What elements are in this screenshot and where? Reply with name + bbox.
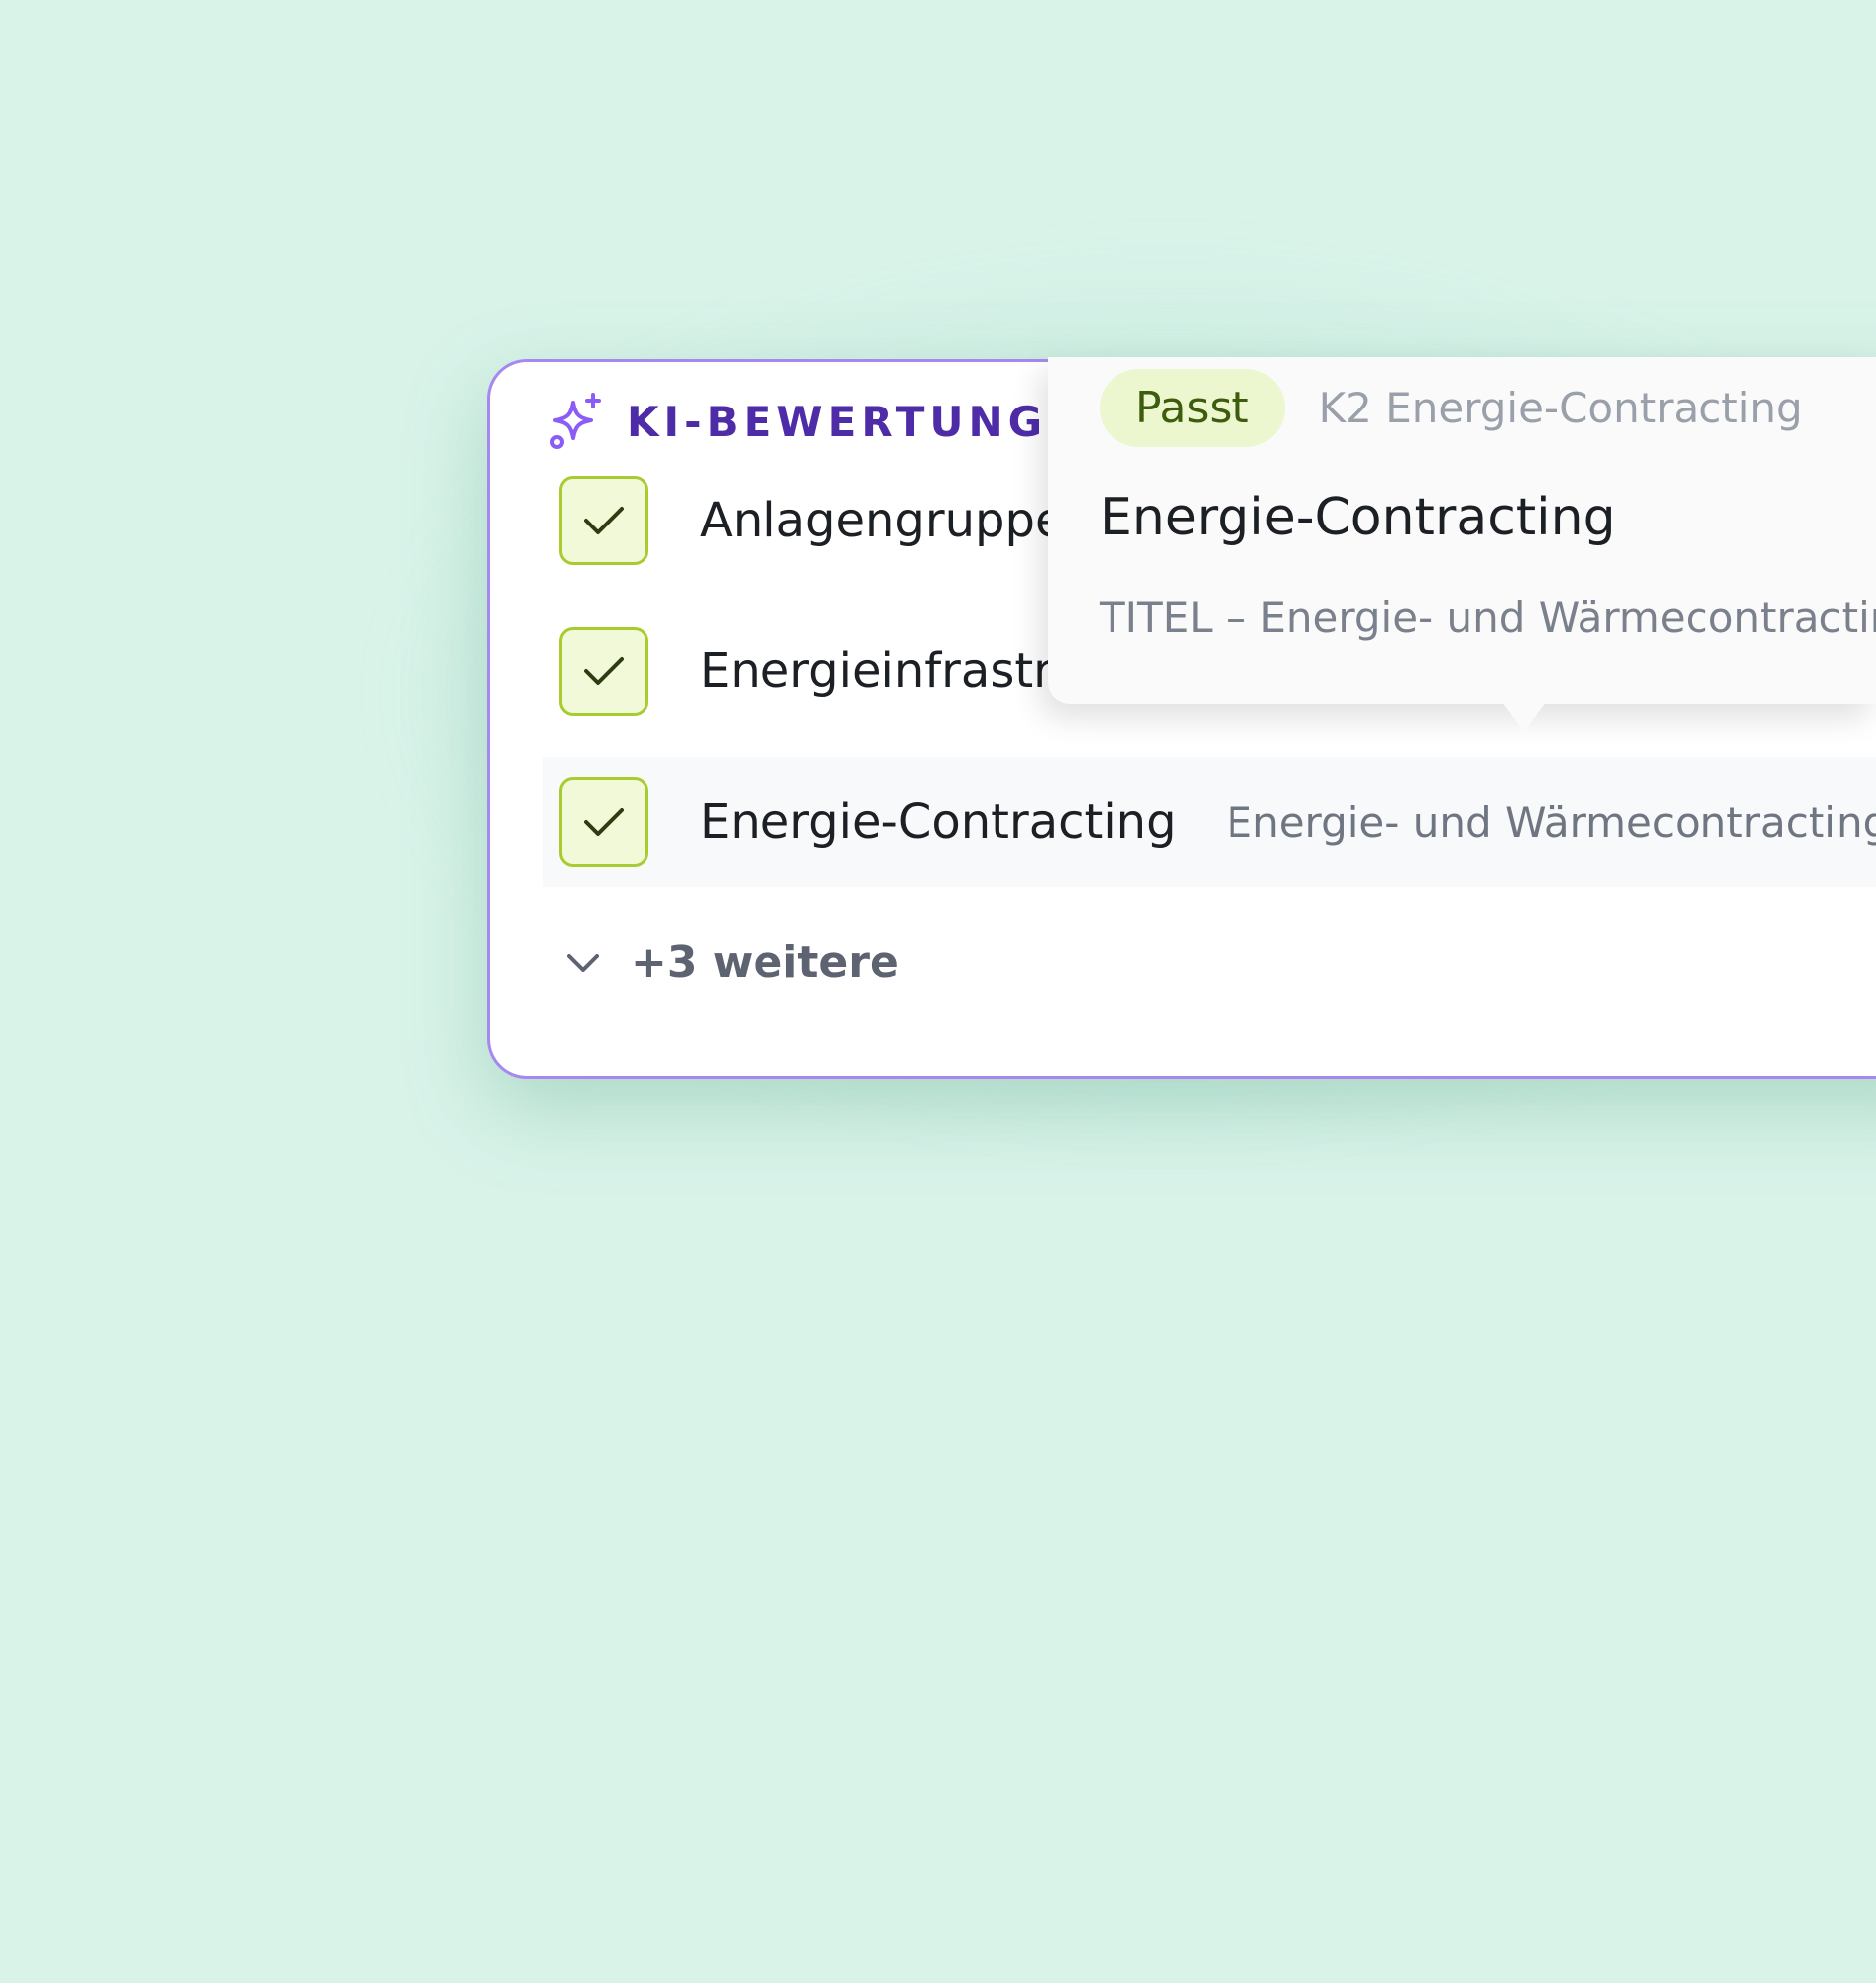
checkbox[interactable] (559, 627, 648, 716)
tooltip-arrow (1502, 702, 1546, 732)
panel-title: KI-BEWERTUNG (627, 397, 1048, 446)
checkbox[interactable] (559, 476, 648, 565)
tooltip-header: Passt K2 Energie-Contracting (1100, 369, 1803, 447)
tooltip-reference: K2 Energie-Contracting (1318, 384, 1803, 432)
sparkle-icon (547, 393, 605, 450)
row-label: Energie-Contracting (700, 794, 1177, 850)
checkbox[interactable] (559, 777, 648, 867)
show-more-button[interactable]: +3 weitere (565, 937, 899, 988)
check-icon (584, 657, 624, 685)
panel-header: KI-BEWERTUNG (547, 382, 1047, 461)
status-badge: Passt (1100, 369, 1285, 447)
chevron-down-icon (567, 953, 599, 972)
list-item[interactable]: Energie-Contracting Energie- und Wärmeco… (543, 757, 1876, 887)
tooltip-title: Energie-Contracting (1100, 488, 1616, 547)
tooltip-description: TITEL – Energie- und Wärmecontracting (1100, 593, 1876, 642)
row-sublabel: Energie- und Wärmecontracting (1226, 797, 1876, 847)
row-label: Anlagengruppe (700, 493, 1065, 548)
check-icon (584, 507, 624, 534)
tooltip: Passt K2 Energie-Contracting Energie-Con… (1048, 357, 1876, 732)
check-icon (584, 808, 624, 836)
show-more-label: +3 weitere (631, 937, 899, 988)
